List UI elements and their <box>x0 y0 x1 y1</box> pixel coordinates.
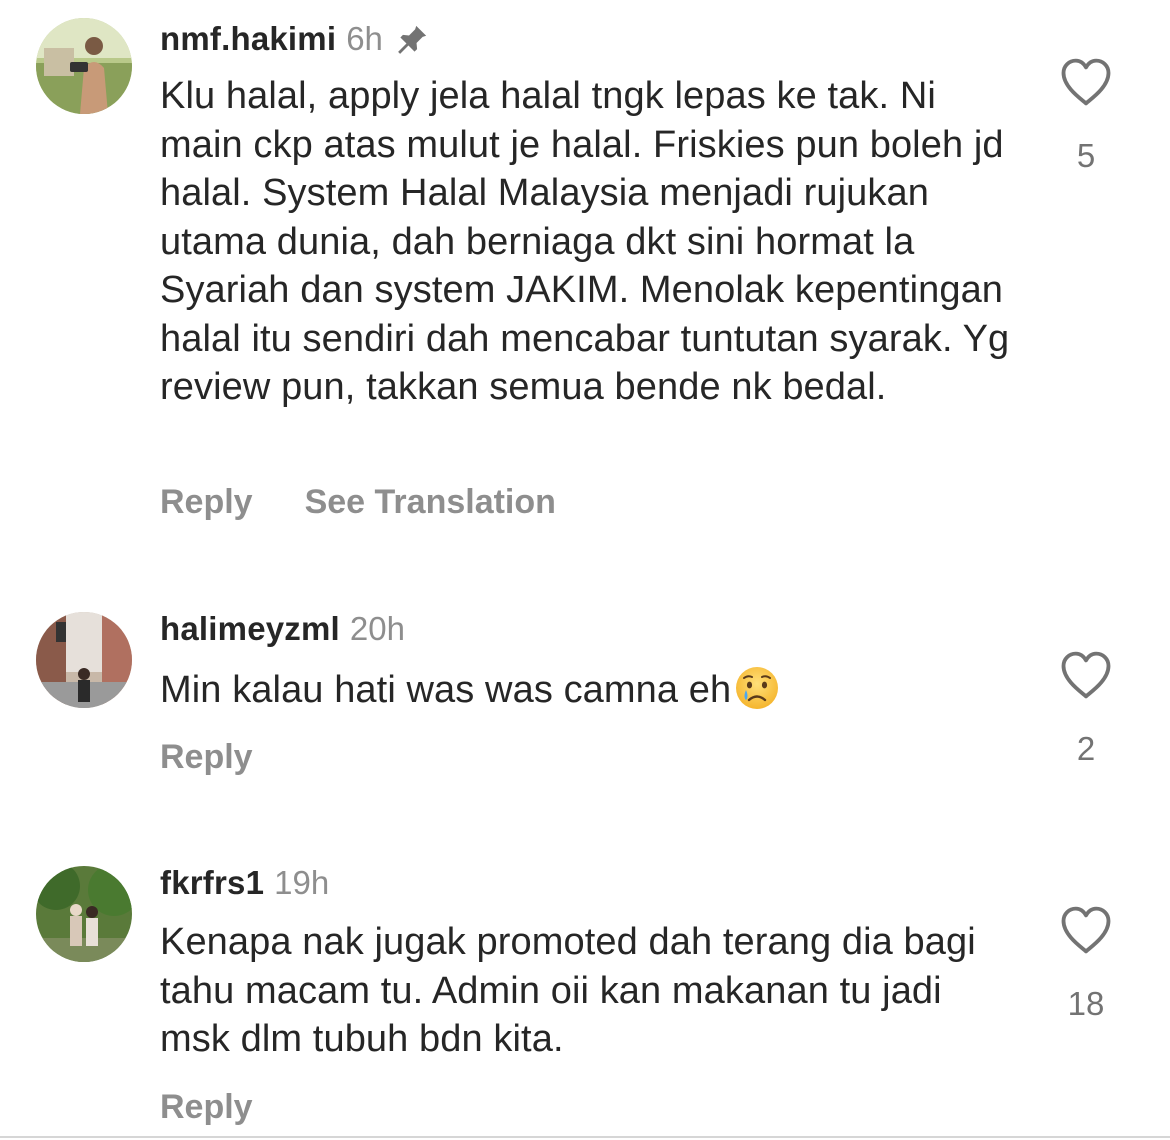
timestamp: 6h <box>346 20 383 57</box>
avatar[interactable] <box>36 866 132 962</box>
heart-icon[interactable] <box>1059 57 1113 107</box>
avatar[interactable] <box>36 18 132 114</box>
profile-photo-icon <box>36 612 132 708</box>
like-control: 2 <box>1055 650 1117 768</box>
comment-actions: Reply <box>160 738 253 777</box>
comment-header: fkrfrs1 19h <box>160 864 329 904</box>
comment-header: halimeyzml 20h <box>160 610 405 650</box>
timestamp: 19h <box>274 864 330 901</box>
like-count: 5 <box>1076 137 1096 174</box>
pin-icon <box>398 25 427 54</box>
reply-button[interactable]: Reply <box>160 483 253 522</box>
like-control: 5 <box>1055 57 1117 175</box>
like-count: 18 <box>1067 985 1105 1022</box>
username[interactable]: fkrfrs1 <box>160 864 264 902</box>
reply-button[interactable]: Reply <box>160 1088 253 1127</box>
profile-photo-icon <box>36 866 132 962</box>
heart-icon[interactable] <box>1059 650 1113 700</box>
comment-actions: Reply See Translation <box>160 483 556 522</box>
username[interactable]: nmf.hakimi <box>160 20 336 58</box>
comment-header: nmf.hakimi 6h <box>160 20 429 60</box>
divider <box>0 1136 1170 1138</box>
like-count: 2 <box>1076 730 1096 767</box>
username[interactable]: halimeyzml <box>160 610 340 648</box>
heart-icon[interactable] <box>1059 905 1113 955</box>
like-control: 18 <box>1055 905 1117 1023</box>
see-translation-button[interactable]: See Translation <box>305 483 556 522</box>
comment-actions: Reply <box>160 1088 253 1127</box>
crying-face-emoji-icon <box>736 667 779 709</box>
comment-text: Kenapa nak jugak promoted dah terang dia… <box>160 921 976 1060</box>
profile-photo-icon <box>36 18 132 114</box>
reply-button[interactable]: Reply <box>160 738 253 777</box>
timestamp: 20h <box>349 610 405 647</box>
comment-text: Klu halal, apply jela halal tngk lepas k… <box>160 75 1010 408</box>
comment-text: Min kalau hati was was camna eh <box>160 664 1020 715</box>
comment-text-content: Min kalau hati was was camna eh <box>160 669 732 711</box>
avatar[interactable] <box>36 612 132 708</box>
